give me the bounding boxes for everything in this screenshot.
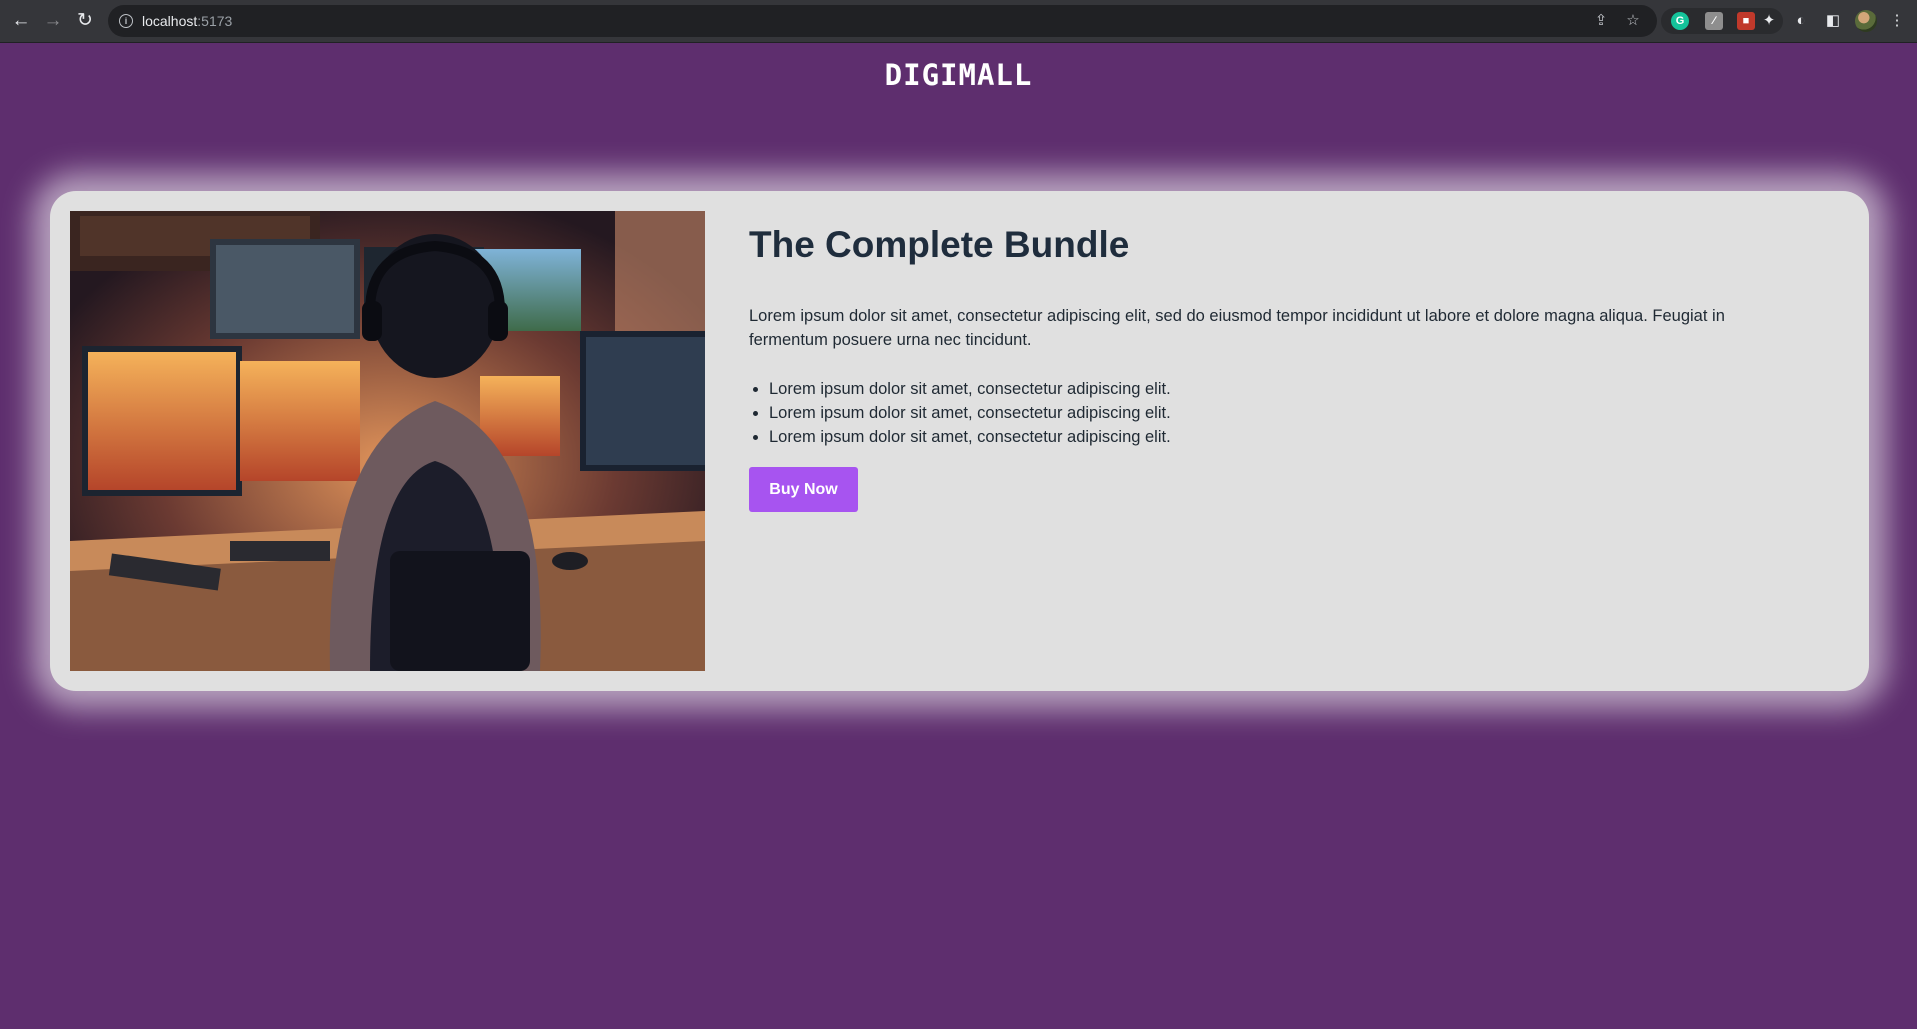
profile-avatar[interactable] [1855, 10, 1877, 32]
feature-list: Lorem ipsum dolor sit amet, consectetur … [749, 377, 1171, 449]
bookmark-star-icon[interactable]: ☆ [1623, 11, 1643, 31]
feature-item: Lorem ipsum dolor sit amet, consectetur … [769, 425, 1171, 449]
browser-toolbar: ← → ↻ i localhost:5173 ⇪ ☆ G ∕ ■ ✦ ◐ ◧ ⋮ [0, 0, 1917, 43]
address-bar[interactable]: i localhost:5173 ⇪ ☆ [108, 5, 1657, 37]
forward-icon[interactable]: → [41, 9, 65, 33]
product-image [70, 211, 705, 671]
extension-icon[interactable]: ∕ [1705, 12, 1723, 30]
site-title: DIGIMALL [884, 58, 1033, 92]
side-panel-icon[interactable]: ◧ [1822, 10, 1844, 32]
buy-now-button[interactable]: Buy Now [749, 467, 858, 512]
more-menu-icon[interactable]: ⋮ [1886, 10, 1908, 32]
feature-item: Lorem ipsum dolor sit amet, consectetur … [769, 401, 1171, 425]
site-info-icon[interactable]: i [119, 14, 133, 28]
address-url[interactable]: localhost:5173 [142, 13, 232, 29]
extension-icon[interactable]: ■ [1737, 12, 1755, 30]
reload-icon[interactable]: ↻ [73, 9, 97, 33]
product-card: The Complete Bundle Lorem ipsum dolor si… [50, 191, 1869, 691]
back-icon[interactable]: ← [9, 9, 33, 33]
product-description: Lorem ipsum dolor sit amet, consectetur … [749, 307, 1725, 349]
media-control-icon[interactable]: ◐ [1790, 10, 1812, 32]
puzzle-extensions-icon[interactable]: ✦ [1758, 10, 1780, 32]
share-icon[interactable]: ⇪ [1591, 11, 1611, 31]
product-title: The Complete Bundle [749, 224, 1130, 265]
grammarly-extension-icon[interactable]: G [1671, 12, 1689, 30]
feature-item: Lorem ipsum dolor sit amet, consectetur … [769, 377, 1171, 401]
